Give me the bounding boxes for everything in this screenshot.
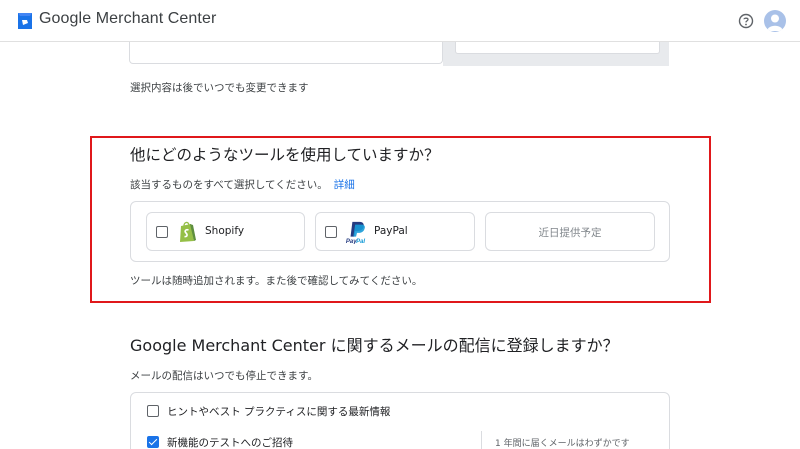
tools-instruction-text: 該当するものをすべて選択してください。	[130, 179, 328, 191]
previous-side-panel-card	[455, 42, 660, 54]
tips-label: ヒントやベスト プラクティスに関する最新情報	[167, 406, 391, 418]
account-avatar-icon[interactable]	[764, 10, 786, 32]
tool-option-paypal[interactable]: Pay Pal PayPal	[315, 212, 475, 251]
email-frequency-note: 1 年間に届くメールはわずかです	[495, 439, 630, 449]
tool-option-shopify[interactable]: Shopify	[146, 212, 305, 251]
paypal-icon: Pay Pal	[346, 221, 365, 244]
feature-tests-checkbox[interactable]	[147, 436, 159, 448]
email-options-group: ヒントやベスト プラクティスに関する最新情報 新機能のテストへのご招待 1 年間…	[130, 392, 670, 449]
feature-tests-label: 新機能のテストへのご招待	[167, 437, 293, 449]
paypal-label: PayPal	[374, 225, 408, 237]
shopify-label: Shopify	[205, 225, 245, 237]
coming-soon-label: 近日提供予定	[538, 227, 602, 239]
tool-option-coming-soon: 近日提供予定	[485, 212, 655, 251]
help-circle-icon[interactable]	[738, 13, 754, 29]
tips-checkbox[interactable]	[147, 405, 159, 417]
tools-instruction: 該当するものをすべて選択してください。 詳細	[130, 177, 355, 192]
merchant-center-logo-icon[interactable]	[16, 11, 34, 31]
learn-more-link[interactable]: 詳細	[334, 179, 355, 191]
tools-question-heading: 他にどのようなツールを使用していますか？	[130, 146, 440, 164]
app-title[interactable]: Google Merchant Center	[39, 10, 216, 28]
svg-text:Pal: Pal	[356, 239, 365, 244]
change-later-note: 選択内容は後でいつでも変更できます	[130, 82, 309, 94]
previous-option-card[interactable]	[129, 42, 443, 64]
shopify-checkbox[interactable]	[156, 226, 168, 238]
shopify-icon	[180, 221, 196, 242]
top-app-bar: Google Merchant Center	[0, 0, 800, 42]
email-question-heading: Google Merchant Center に関するメールの配信に登録しますか…	[130, 336, 619, 355]
divider	[481, 431, 482, 449]
email-unsubscribe-note: メールの配信はいつでも停止できます。	[130, 370, 318, 382]
paypal-checkbox[interactable]	[325, 226, 337, 238]
tools-added-note: ツールは随時追加されます。また後で確認してみてください。	[130, 275, 423, 287]
tools-options-group: Shopify Pay Pal PayPal 近日提供予定	[130, 201, 670, 262]
